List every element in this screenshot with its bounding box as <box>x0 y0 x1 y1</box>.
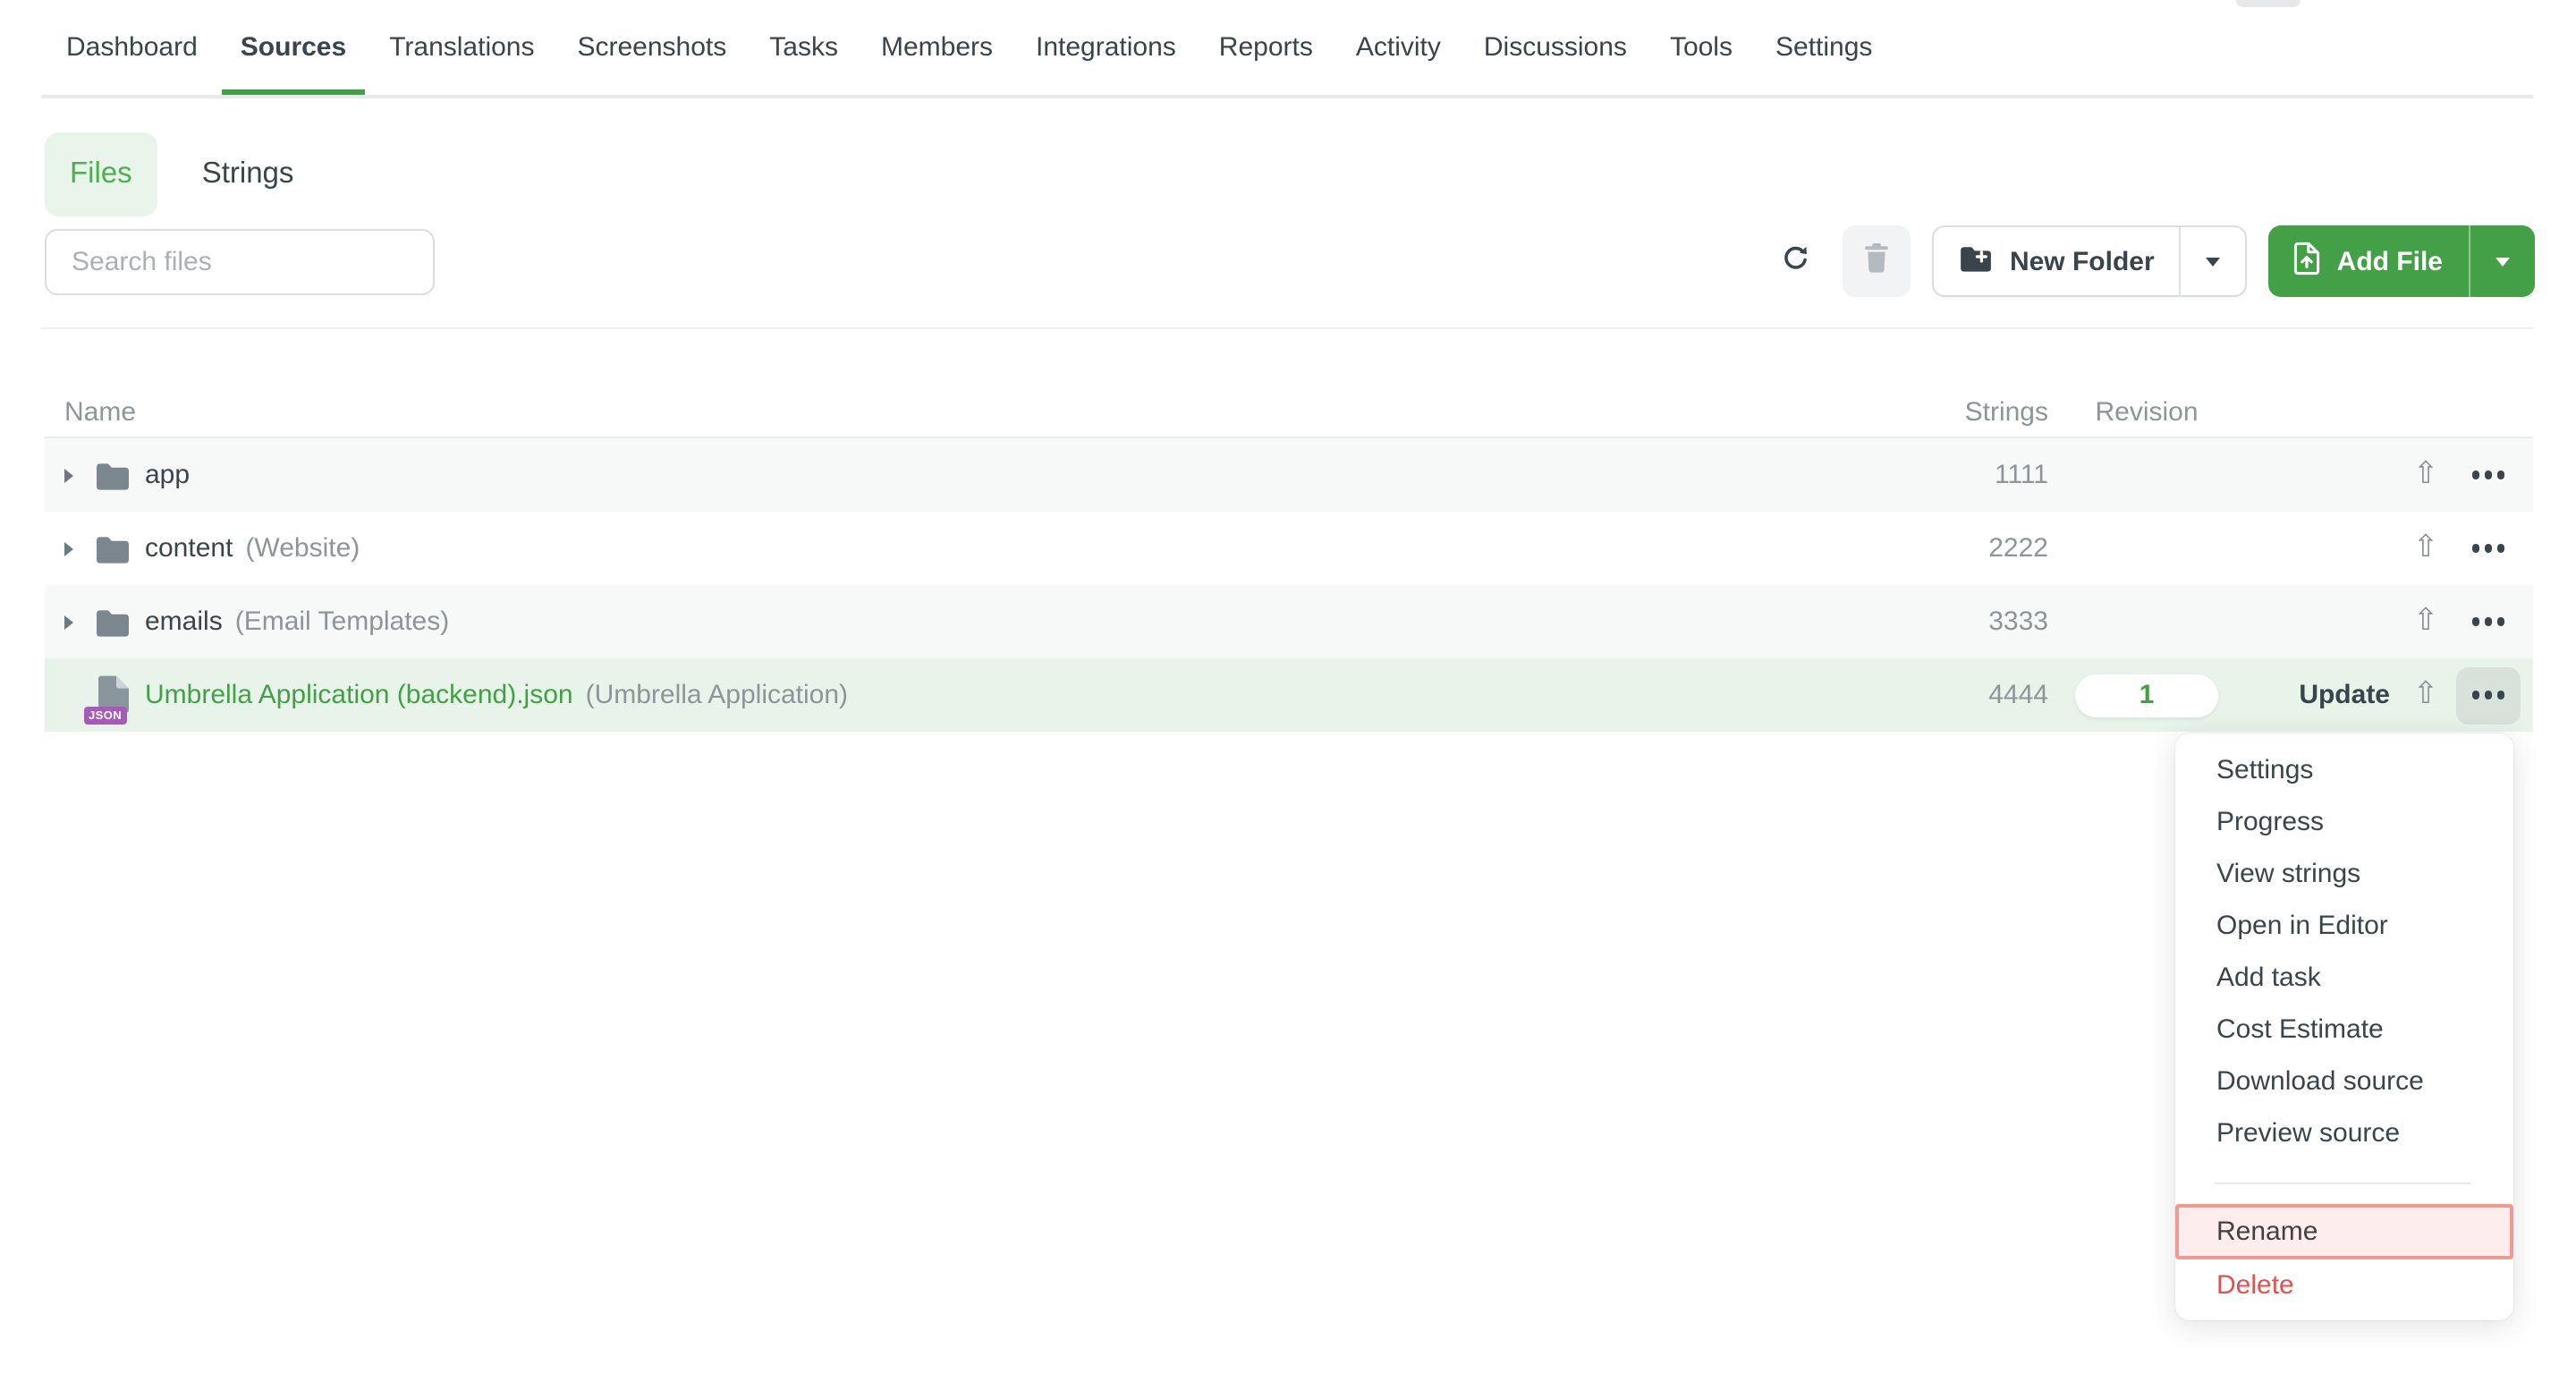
chevron-down-icon <box>2207 257 2221 266</box>
trash-icon <box>1865 243 1890 279</box>
expand-caret-icon[interactable] <box>64 615 73 629</box>
table-row-folder-app[interactable]: app 1111 ⇧ <box>45 438 2533 512</box>
tab-files[interactable]: Files <box>45 132 157 216</box>
menu-item-settings[interactable]: Settings <box>2175 743 2513 795</box>
table-row-folder-content[interactable]: content (Website) 2222 ⇧ <box>45 512 2533 585</box>
folder-name[interactable]: emails <box>145 606 223 637</box>
toolbar-table-divider <box>41 326 2533 328</box>
files-table: Name Strings Revision app 1111 ⇧ <box>45 386 2533 732</box>
menu-item-preview-source[interactable]: Preview source <box>2175 1106 2513 1158</box>
add-file-label: Add File <box>2337 246 2443 276</box>
nav-item-sources[interactable]: Sources <box>241 0 346 95</box>
strings-count: 4444 <box>1862 680 2048 710</box>
menu-item-progress[interactable]: Progress <box>2175 795 2513 847</box>
nav-item-tools[interactable]: Tools <box>1670 0 1733 95</box>
folder-note: (Website) <box>245 533 360 564</box>
column-header-name: Name <box>64 396 1862 427</box>
ellipsis-icon <box>2471 691 2504 699</box>
row-menu-button[interactable] <box>2471 471 2504 479</box>
file-note: (Umbrella Application) <box>586 680 848 710</box>
menu-item-open-in-editor[interactable]: Open in Editor <box>2175 899 2513 951</box>
tab-strings[interactable]: Strings <box>202 157 294 191</box>
folder-icon <box>93 461 132 489</box>
strings-count: 1111 <box>1862 460 2048 490</box>
delete-selected-button[interactable] <box>1843 225 1911 297</box>
refresh-button[interactable] <box>1768 225 1822 297</box>
nav-item-tasks[interactable]: Tasks <box>769 0 838 95</box>
view-tabs: Files Strings <box>45 132 293 216</box>
file-name-link[interactable]: Umbrella Application (backend).json <box>145 680 573 710</box>
strings-count: 3333 <box>1862 606 2048 637</box>
nav-item-settings[interactable]: Settings <box>1775 0 1872 95</box>
strings-count: 2222 <box>1862 533 2048 564</box>
new-folder-label: New Folder <box>2010 246 2155 276</box>
menu-item-rename[interactable]: Rename <box>2175 1203 2513 1259</box>
column-header-strings: Strings <box>1862 396 2048 427</box>
revision-pill: 1 <box>2075 674 2218 716</box>
add-file-dropdown-button[interactable] <box>2468 225 2534 297</box>
menu-item-download-source[interactable]: Download source <box>2175 1055 2513 1106</box>
refresh-icon <box>1782 245 1809 277</box>
file-upload-icon <box>2294 241 2321 282</box>
new-folder-split-button: New Folder <box>1933 225 2248 297</box>
new-folder-button[interactable]: New Folder <box>1935 227 2180 295</box>
nav-item-screenshots[interactable]: Screenshots <box>578 0 727 95</box>
menu-item-add-task[interactable]: Add task <box>2175 951 2513 1003</box>
add-file-button[interactable]: Add File <box>2269 225 2468 297</box>
upload-icon[interactable]: ⇧ <box>2413 680 2439 710</box>
table-header: Name Strings Revision <box>45 386 2533 437</box>
menu-divider <box>2215 1182 2470 1183</box>
toolbar-actions: New Folder Add File <box>1768 225 2534 297</box>
table-row-file-umbrella-application[interactable]: JSON Umbrella Application (backend).json… <box>45 658 2533 732</box>
row-menu-button[interactable] <box>2471 618 2504 625</box>
chevron-down-icon <box>2495 257 2509 266</box>
folder-note: (Email Templates) <box>235 606 450 637</box>
menu-item-cost-estimate[interactable]: Cost Estimate <box>2175 1003 2513 1055</box>
new-folder-dropdown-button[interactable] <box>2180 227 2246 295</box>
search-input[interactable] <box>45 229 435 295</box>
expand-caret-icon[interactable] <box>64 541 73 555</box>
folder-icon <box>93 534 132 563</box>
table-row-folder-emails[interactable]: emails (Email Templates) 3333 ⇧ <box>45 585 2533 658</box>
project-nav: Dashboard Sources Translations Screensho… <box>0 0 2576 95</box>
nav-item-reports[interactable]: Reports <box>1219 0 1313 95</box>
nav-bottom-border <box>41 95 2533 98</box>
nav-item-discussions[interactable]: Discussions <box>1484 0 1627 95</box>
upload-icon[interactable]: ⇧ <box>2413 606 2439 637</box>
menu-item-delete[interactable]: Delete <box>2175 1259 2513 1310</box>
upload-icon[interactable]: ⇧ <box>2413 533 2439 564</box>
upload-icon[interactable]: ⇧ <box>2413 460 2439 490</box>
row-menu-button[interactable] <box>2471 545 2504 552</box>
update-link[interactable]: Update <box>2299 679 2390 709</box>
json-file-icon: JSON <box>93 674 132 716</box>
menu-item-view-strings[interactable]: View strings <box>2175 847 2513 899</box>
cutoff-top-element <box>2236 0 2301 6</box>
nav-item-dashboard[interactable]: Dashboard <box>66 0 198 95</box>
file-context-menu: Settings Progress View strings Open in E… <box>2175 733 2513 1320</box>
folder-name[interactable]: content <box>145 533 233 564</box>
expand-caret-icon[interactable] <box>64 468 73 482</box>
column-header-revision: Revision <box>2048 396 2245 427</box>
add-file-split-button: Add File <box>2269 225 2534 297</box>
folder-icon <box>93 607 132 636</box>
folder-name[interactable]: app <box>145 460 190 490</box>
nav-item-integrations[interactable]: Integrations <box>1036 0 1176 95</box>
folder-plus-icon <box>1960 244 1994 278</box>
row-menu-button-active[interactable] <box>2456 666 2521 724</box>
nav-item-members[interactable]: Members <box>881 0 993 95</box>
json-badge: JSON <box>84 707 126 725</box>
nav-item-translations[interactable]: Translations <box>389 0 534 95</box>
nav-item-activity[interactable]: Activity <box>1356 0 1441 95</box>
sources-files-page: Dashboard Sources Translations Screensho… <box>0 0 2576 1382</box>
